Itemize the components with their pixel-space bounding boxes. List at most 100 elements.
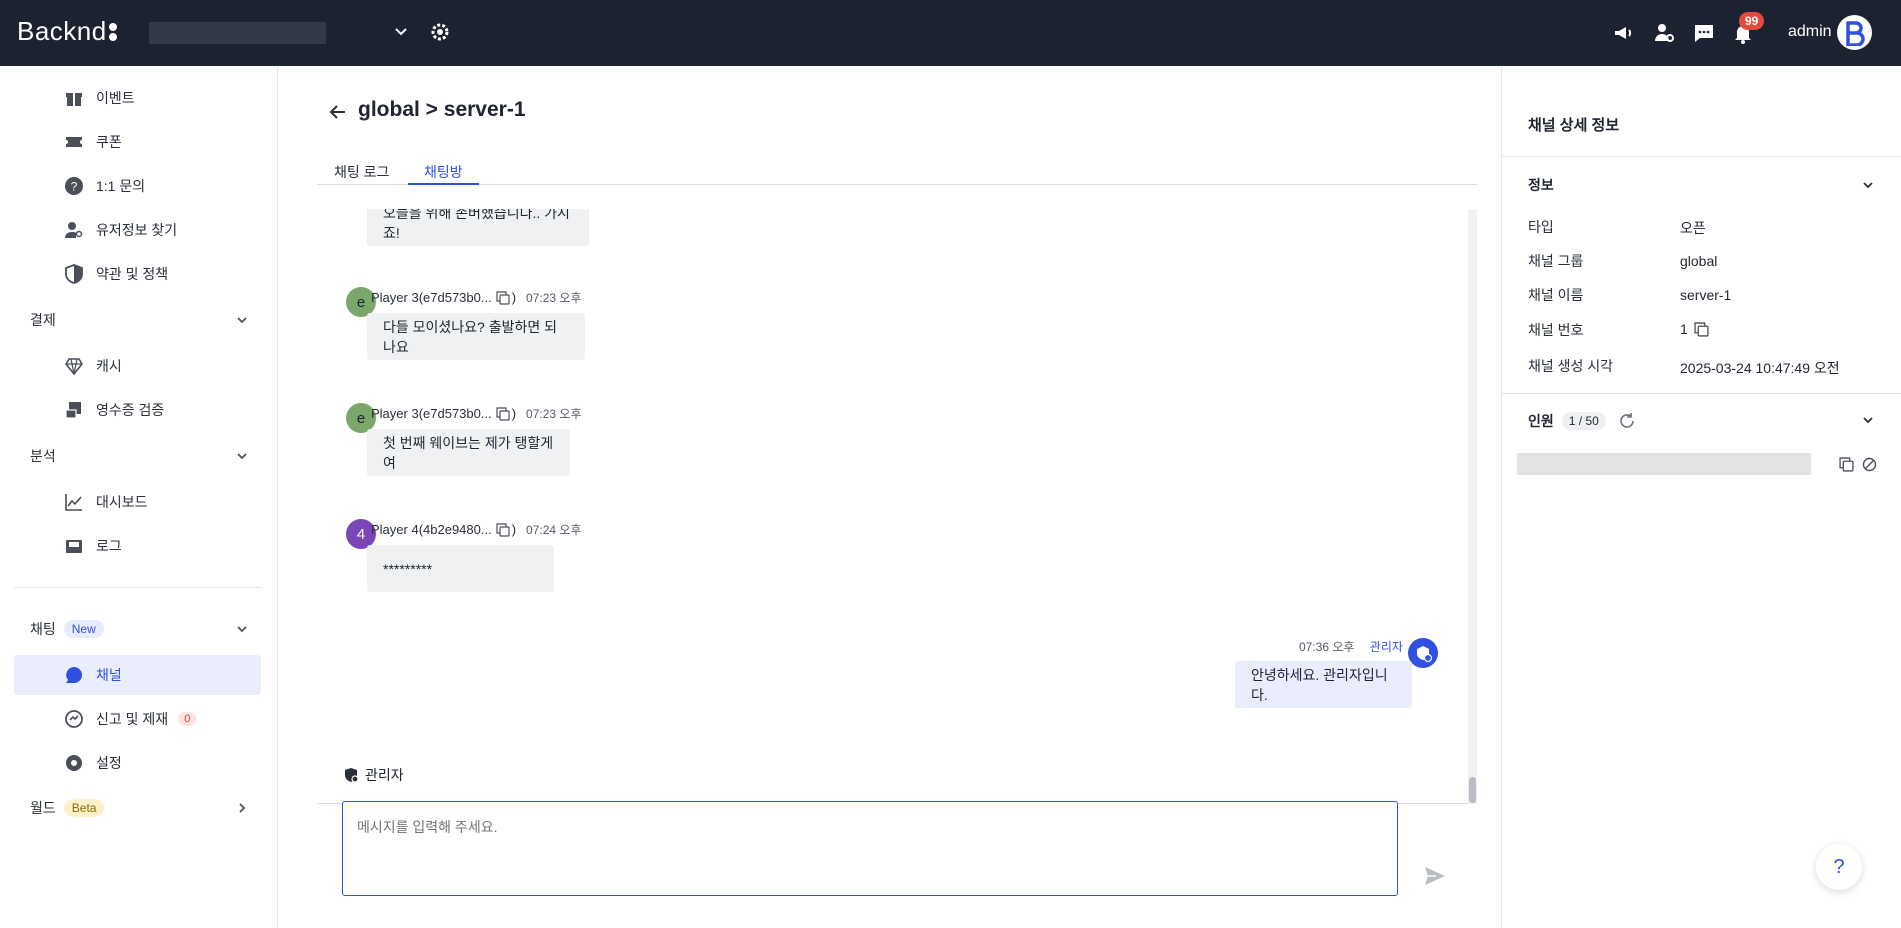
- message-bubble: *********: [367, 545, 554, 592]
- help-button[interactable]: ?: [1816, 844, 1862, 890]
- sidebar-item-reports[interactable]: 신고 및 제재 0: [14, 699, 261, 739]
- sidebar-group-payment[interactable]: 결제: [30, 308, 250, 332]
- question-icon: ?: [65, 177, 83, 195]
- avatar[interactable]: [1837, 15, 1872, 50]
- sidebar-item-cash[interactable]: 캐시: [14, 346, 261, 386]
- send-icon[interactable]: [1423, 864, 1447, 888]
- info-key: 타입: [1528, 219, 1554, 235]
- member-row[interactable]: [1517, 453, 1811, 475]
- brand-logo[interactable]: Backnd: [17, 16, 117, 47]
- scrollbar-thumb[interactable]: [1469, 777, 1476, 803]
- sidebar-item-label: 신고 및 제재: [96, 711, 169, 727]
- notification-badge: 99: [1739, 12, 1765, 30]
- chevron-down-icon: [237, 317, 247, 324]
- chevron-down-icon[interactable]: [1860, 177, 1876, 193]
- copy-icon[interactable]: [496, 406, 510, 421]
- copy-icon[interactable]: [1694, 321, 1709, 337]
- copy-icon[interactable]: [496, 290, 510, 305]
- copy-icon[interactable]: [1839, 457, 1854, 472]
- message-bubble: 오늘을 위해 존버했습니다.. 가시죠!: [367, 209, 589, 246]
- refresh-icon[interactable]: [1618, 412, 1636, 430]
- megaphone-icon[interactable]: [1611, 21, 1635, 45]
- svg-text:?: ?: [71, 180, 78, 194]
- composer-role: 관리자: [365, 767, 404, 783]
- info-value-created: 2025-03-24 10:47:49 오전: [1680, 360, 1840, 376]
- sidebar-item-label: 쿠폰: [96, 134, 122, 150]
- sidebar-item-dashboard[interactable]: 대시보드: [14, 482, 261, 522]
- sidebar-item-label: 1:1 문의: [96, 178, 146, 194]
- info-value-type: 오픈: [1680, 220, 1706, 236]
- group-label: 월드: [30, 800, 56, 816]
- tab-bar: 채팅 로그 채팅방: [317, 158, 1477, 185]
- sidebar-item-user-search[interactable]: 유저정보 찾기: [14, 210, 261, 250]
- chevron-down-icon[interactable]: [391, 22, 411, 42]
- sidebar-group-world[interactable]: 월드 Beta: [30, 796, 250, 820]
- admin-message-meta: 07:36 오후 관리자: [1299, 638, 1403, 655]
- report-icon: [65, 710, 83, 728]
- info-key: 채널 생성 시각: [1528, 358, 1614, 374]
- sidebar-item-label: 영수증 검증: [96, 402, 165, 418]
- sender-name: Player 4(4b2e9480...: [371, 522, 492, 537]
- sidebar-item-events[interactable]: 이벤트: [14, 78, 261, 118]
- sidebar-item-label: 설정: [96, 755, 122, 771]
- shield-icon: [65, 264, 83, 284]
- sidebar-item-coupons[interactable]: 쿠폰: [14, 122, 261, 162]
- message-bubble: 다들 모이셨나요? 출발하면 되나요: [367, 313, 585, 360]
- chat-messages[interactable]: 오늘을 위해 존버했습니다.. 가시죠! e Player 3(e7d573b0…: [317, 209, 1477, 804]
- info-key: 채널 그룹: [1528, 253, 1584, 269]
- gear-icon[interactable]: [428, 20, 452, 44]
- tab-chat-room[interactable]: 채팅방: [408, 162, 479, 185]
- sidebar: 이벤트 쿠폰 ? 1:1 문의 유저정보 찾기 약관 및 정책 결제 캐시 영수…: [0, 66, 278, 928]
- sidebar-item-terms[interactable]: 약관 및 정책: [14, 254, 261, 294]
- sidebar-item-receipt[interactable]: 영수증 검증: [14, 390, 261, 430]
- chart-icon: [65, 494, 82, 511]
- sidebar-item-inquiry[interactable]: ? 1:1 문의: [14, 166, 261, 206]
- beta-tag: Beta: [63, 799, 105, 817]
- message-time: 07:36 오후: [1299, 640, 1355, 654]
- user-settings-icon[interactable]: [1652, 21, 1676, 45]
- chevron-right-icon: [239, 803, 246, 813]
- tab-chat-log[interactable]: 채팅 로그: [334, 162, 389, 185]
- admin-name[interactable]: admin: [1788, 23, 1832, 41]
- sidebar-group-chat[interactable]: 채팅 New: [30, 617, 250, 641]
- main-content: global > server-1 채팅 로그 채팅방 오늘을 위해 존버했습니…: [279, 66, 1501, 928]
- gift-icon: [66, 93, 82, 106]
- sidebar-item-channel[interactable]: 채널: [14, 655, 261, 695]
- ticket-icon: [66, 137, 82, 147]
- chevron-down-icon[interactable]: [1860, 412, 1876, 428]
- copy-icon[interactable]: [496, 522, 510, 537]
- receipt-icon: [65, 402, 81, 419]
- sidebar-item-chat-settings[interactable]: 설정: [14, 743, 261, 783]
- message-bubble: 첫 번째 웨이브는 제가 탱할게여: [367, 429, 570, 476]
- admin-badge-icon: [345, 768, 359, 783]
- back-arrow-icon[interactable]: [327, 101, 349, 123]
- sidebar-item-label: 약관 및 정책: [96, 266, 169, 282]
- sidebar-item-logs[interactable]: 로그: [14, 526, 261, 566]
- chevron-down-icon: [237, 626, 247, 633]
- group-label: 채팅: [30, 621, 56, 637]
- divider: [1502, 156, 1901, 157]
- message-input[interactable]: [342, 801, 1398, 896]
- info-section-header[interactable]: 정보: [1528, 175, 1554, 195]
- section-title: 인원: [1528, 413, 1554, 429]
- page-title: global > server-1: [358, 98, 526, 121]
- chat-scrollbar[interactable]: [1468, 209, 1477, 804]
- message-time: 07:24 오후: [526, 523, 582, 537]
- info-key: 채널 번호: [1528, 322, 1584, 338]
- message-icon[interactable]: [1692, 21, 1716, 45]
- ban-icon[interactable]: [1862, 457, 1877, 472]
- group-label: 결제: [30, 312, 56, 328]
- chevron-down-icon: [237, 453, 247, 460]
- info-value-name: server-1: [1680, 287, 1732, 303]
- member-count-badge: 1 / 50: [1561, 412, 1606, 430]
- sender-id-close: ): [511, 522, 517, 537]
- brand-b-icon: [1845, 20, 1865, 46]
- sidebar-group-analytics[interactable]: 분석: [30, 444, 250, 468]
- inbox-icon: [66, 540, 82, 553]
- members-section-header[interactable]: 인원 1 / 50: [1528, 411, 1636, 431]
- admin-avatar: [1408, 638, 1438, 668]
- project-select[interactable]: [149, 22, 326, 44]
- sender-name: Player 3(e7d573b0...: [371, 406, 492, 421]
- info-value-group: global: [1680, 253, 1718, 269]
- panel-title: 채널 상세 정보: [1528, 117, 1620, 134]
